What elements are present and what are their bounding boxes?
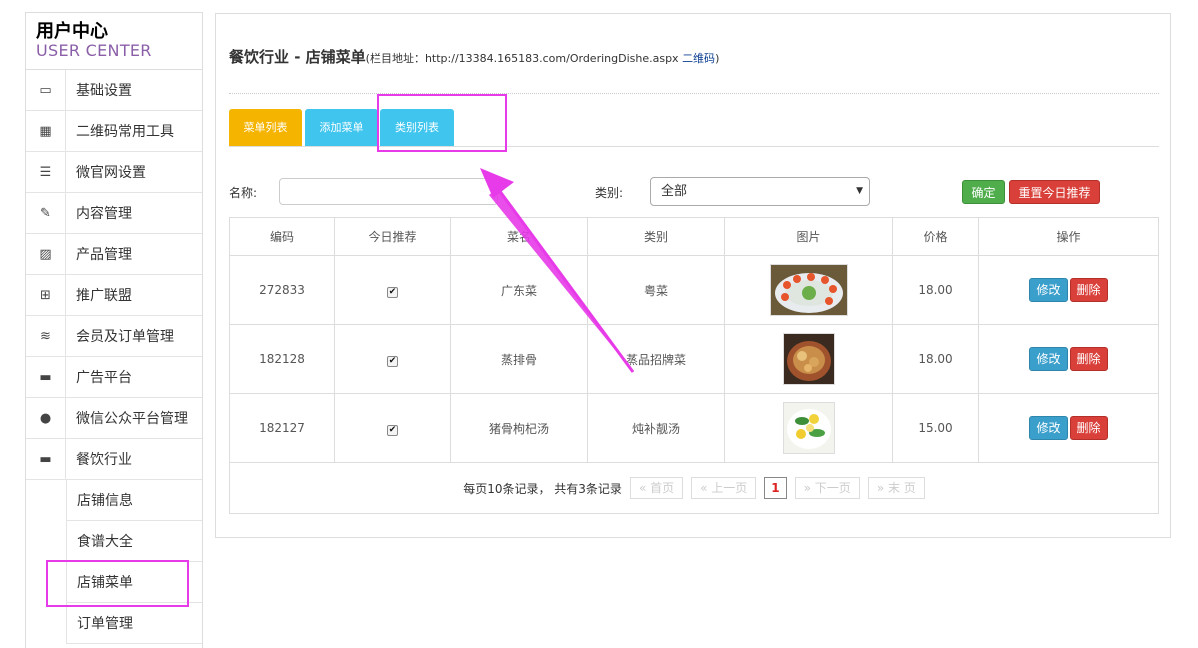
annotation-arrow [480, 168, 635, 373]
